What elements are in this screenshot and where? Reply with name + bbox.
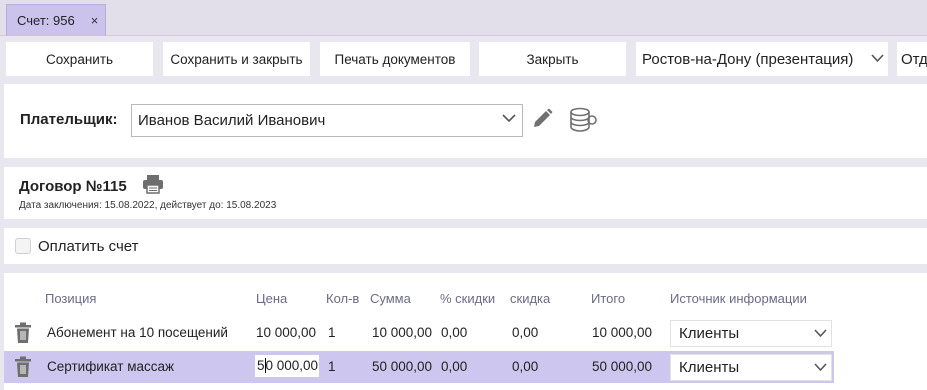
cell-qty[interactable]: 1 bbox=[328, 325, 358, 340]
source-select[interactable]: Клиенты bbox=[670, 354, 832, 381]
cell-discount[interactable]: 0,00 bbox=[512, 325, 562, 340]
payer-select[interactable]: Иванов Василий Иванович bbox=[131, 104, 523, 137]
items-table: Позиция Цена Кол-в Сумма % скидки скидка… bbox=[4, 273, 927, 390]
payer-value: Иванов Василий Иванович bbox=[138, 112, 326, 129]
contract-panel: Договор №115 Дата заключения: 15.08.2022… bbox=[4, 167, 927, 219]
column-header-position[interactable]: Позиция bbox=[45, 291, 96, 306]
cell-position[interactable]: Сертификат массаж bbox=[47, 359, 247, 374]
column-header-qty[interactable]: Кол-в bbox=[326, 291, 359, 306]
tab-invoice[interactable]: Счет: 956 × bbox=[6, 4, 106, 36]
cell-discount[interactable]: 0,00 bbox=[512, 359, 562, 374]
table-row-selected[interactable]: Сертификат массаж 50 000,00 1 50 000,00 … bbox=[4, 351, 834, 383]
database-icon[interactable] bbox=[569, 107, 597, 133]
printer-icon[interactable] bbox=[142, 174, 164, 194]
next-toolbar-button[interactable]: Отд bbox=[897, 42, 927, 76]
branch-select[interactable]: Ростов-на-Дону (презентация) bbox=[636, 42, 888, 76]
cell-discount-pct[interactable]: 0,00 bbox=[441, 359, 491, 374]
column-header-total[interactable]: Итого bbox=[591, 291, 625, 306]
contract-dates: Дата заключения: 15.08.2022, действует д… bbox=[19, 200, 277, 211]
branch-select-value: Ростов-на-Дону (презентация) bbox=[642, 50, 854, 68]
cell-total: 50 000,00 bbox=[592, 359, 653, 374]
payer-panel: Плательщик: Иванов Василий Иванович bbox=[4, 84, 927, 158]
price-edit-text-after: 0 000,00 bbox=[265, 358, 319, 373]
column-header-source[interactable]: Источник информации bbox=[670, 291, 807, 306]
close-button[interactable]: Закрыть bbox=[479, 42, 626, 76]
trash-icon[interactable] bbox=[14, 356, 32, 378]
chevron-down-icon bbox=[871, 54, 884, 63]
cell-sum[interactable]: 50 000,00 bbox=[372, 359, 432, 374]
price-edit-text-before: 5 bbox=[257, 358, 265, 373]
source-select-value: Клиенты bbox=[679, 325, 740, 342]
source-select[interactable]: Клиенты bbox=[670, 320, 832, 347]
chevron-down-icon bbox=[814, 363, 827, 372]
pay-panel: Оплатить счет bbox=[4, 228, 927, 264]
column-header-price[interactable]: Цена bbox=[256, 291, 287, 306]
price-edit-input[interactable]: 50 000,00 bbox=[255, 355, 319, 377]
cell-discount-pct[interactable]: 0,00 bbox=[441, 325, 491, 340]
save-close-button[interactable]: Сохранить и закрыть bbox=[163, 42, 310, 76]
source-select-value: Клиенты bbox=[679, 359, 740, 376]
trash-icon[interactable] bbox=[14, 322, 32, 344]
close-icon[interactable]: × bbox=[91, 13, 99, 28]
pay-checkbox-label[interactable]: Оплатить счет bbox=[38, 238, 139, 255]
cell-qty[interactable]: 1 bbox=[328, 359, 358, 374]
cell-total: 10 000,00 bbox=[592, 325, 653, 340]
toolbar: Сохранить Сохранить и закрыть Печать док… bbox=[0, 36, 927, 84]
pay-checkbox[interactable] bbox=[15, 238, 31, 254]
payer-label: Плательщик: bbox=[20, 111, 118, 128]
contract-title: Договор №115 bbox=[19, 178, 127, 195]
chevron-down-icon bbox=[814, 329, 827, 338]
cell-price[interactable]: 10 000,00 bbox=[256, 325, 320, 340]
column-header-discount-pct[interactable]: % скидки bbox=[440, 291, 495, 306]
tab-bar: Счет: 956 × bbox=[0, 0, 927, 36]
tab-title: Счет: 956 bbox=[17, 13, 75, 28]
column-header-sum[interactable]: Сумма bbox=[370, 291, 411, 306]
print-documents-button[interactable]: Печать документов bbox=[320, 42, 470, 76]
cell-position[interactable]: Абонемент на 10 посещений bbox=[47, 325, 247, 340]
table-row[interactable]: Абонемент на 10 посещений 10 000,00 1 10… bbox=[4, 317, 834, 349]
cell-sum[interactable]: 10 000,00 bbox=[372, 325, 432, 340]
pencil-icon[interactable] bbox=[531, 108, 553, 130]
column-header-discount[interactable]: скидка bbox=[510, 291, 550, 306]
chevron-down-icon bbox=[502, 114, 516, 123]
save-button[interactable]: Сохранить bbox=[6, 42, 153, 76]
